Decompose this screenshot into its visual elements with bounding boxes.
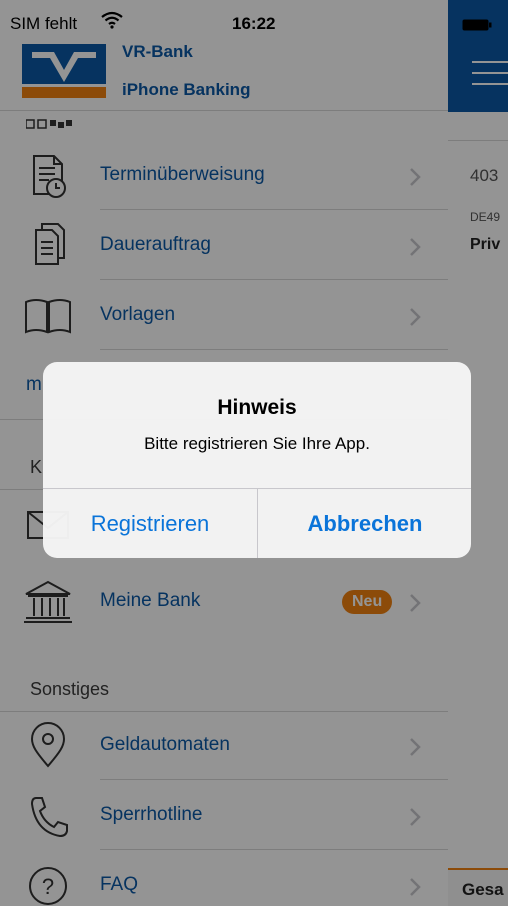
cancel-button[interactable]: Abbrechen <box>258 489 471 558</box>
alert-title: Hinweis <box>217 396 297 419</box>
register-button[interactable]: Registrieren <box>43 489 257 558</box>
alert-dialog: Hinweis Bitte registrieren Sie Ihre App.… <box>43 362 471 558</box>
alert-message: Bitte registrieren Sie Ihre App. <box>144 434 370 453</box>
